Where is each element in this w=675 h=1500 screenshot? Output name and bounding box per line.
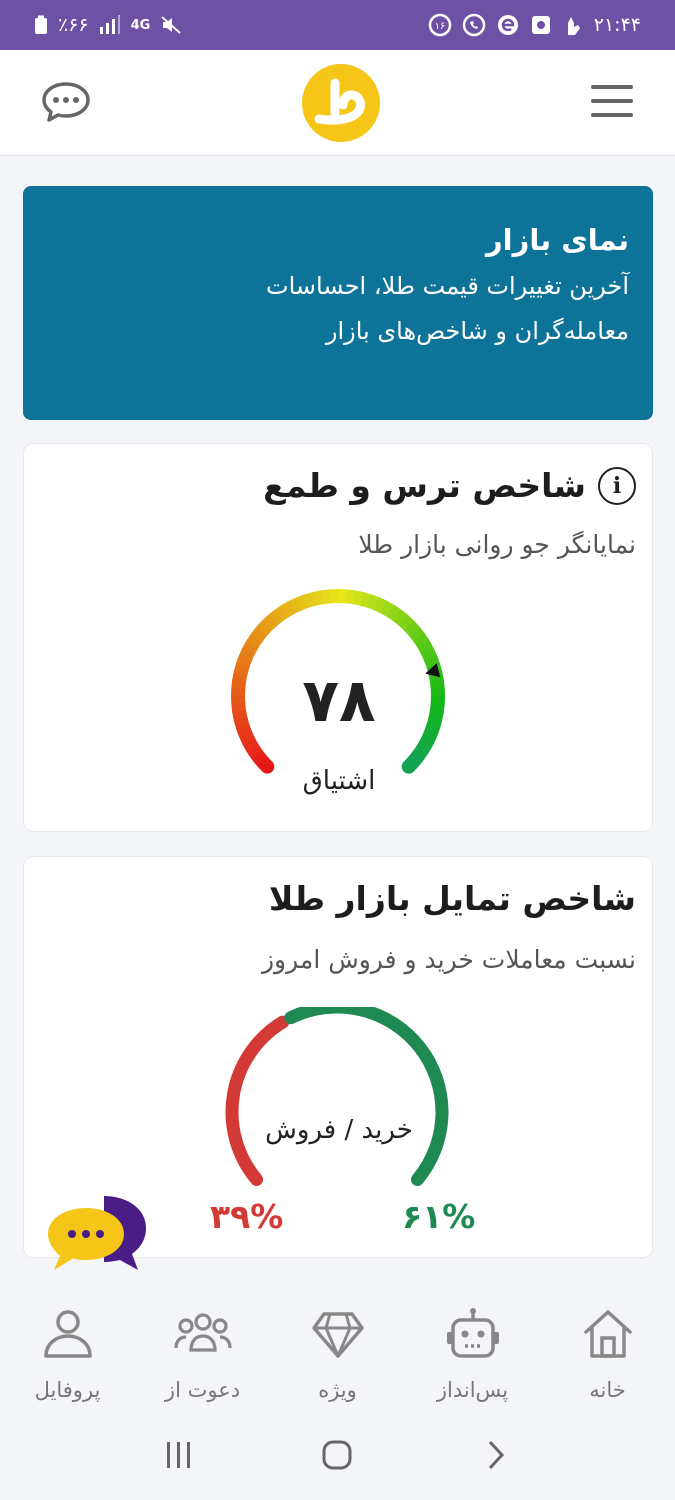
nav-savings-label: پس‌انداز — [436, 1378, 509, 1402]
fear-greed-arc-segment — [403, 620, 421, 637]
fear-greed-arc-segment — [398, 614, 415, 631]
buy-percentage: ۶۱% — [402, 1197, 476, 1236]
network-type: 4G — [130, 17, 151, 33]
app-icon-hand — [562, 13, 584, 37]
app-icon-e — [496, 13, 520, 37]
banner-description: آخرین تغییرات قیمت طلا، احساسات معامله‌گ… — [47, 264, 629, 354]
status-bar: ٪۶۶ 4G ۱۶ ۲۱:۴۴ — [0, 0, 675, 50]
fear-greed-arc-segment — [242, 639, 260, 654]
system-navigation-bar — [0, 1410, 675, 1500]
fear-greed-arc-segment — [242, 737, 259, 752]
fear-greed-title: شاخص ترس و طمع — [263, 466, 586, 505]
market-trend-subtitle: نسبت معاملات خرید و فروش امروز — [261, 945, 636, 974]
mute-icon — [160, 15, 182, 35]
chevron-right-icon — [488, 1440, 504, 1470]
user-icon — [43, 1310, 92, 1358]
chat-icon[interactable] — [40, 80, 92, 124]
nav-special-label: ویژه — [318, 1378, 357, 1402]
home-button[interactable] — [312, 1435, 362, 1475]
home-icon — [583, 1310, 632, 1358]
nav-invite-label: دعوت از — [164, 1378, 241, 1402]
fear-greed-arc-segment — [313, 590, 325, 606]
fear-greed-arc-segment — [297, 593, 311, 611]
back-button[interactable] — [471, 1435, 521, 1475]
nav-savings[interactable]: پس‌انداز — [405, 1284, 540, 1410]
fear-greed-title-row: i شاخص ترس و طمع — [263, 466, 636, 505]
fear-greed-arc-segment — [392, 609, 409, 626]
fear-greed-value: ۷۸ — [302, 666, 376, 736]
buy-sell-label: خرید / فروش — [265, 1115, 413, 1145]
app-icon-square — [530, 14, 552, 36]
fear-greed-arc-segment — [246, 632, 264, 648]
fear-greed-arc-segment — [321, 589, 332, 605]
nav-profile[interactable]: پروفایل — [0, 1284, 135, 1410]
fear-greed-subtitle: نمایانگر جو روانی بازار طلا — [358, 530, 636, 559]
market-trend-title: شاخص تمایل بازار طلا — [268, 879, 636, 918]
recents-icon — [167, 1442, 191, 1468]
fear-greed-arc-segment — [246, 743, 263, 759]
nav-home[interactable]: خانه — [540, 1284, 675, 1410]
fear-greed-arc-segment — [289, 596, 304, 614]
fear-greed-arc-segment — [359, 591, 373, 608]
market-overview-banner: نمای بازار آخرین تغییرات قیمت طلا، احساس… — [23, 186, 653, 420]
info-icon[interactable]: i — [598, 466, 636, 505]
app-logo[interactable] — [301, 63, 381, 143]
banner-line-1: آخرین تغییرات قیمت طلا، احساسات — [265, 272, 629, 300]
banner-line-2: معامله‌گران و شاخص‌های بازار — [325, 317, 629, 345]
fear-greed-arc-segment — [408, 626, 426, 643]
diamond-icon — [311, 1312, 364, 1358]
fear-greed-arc-segment — [251, 625, 268, 642]
users-icon — [173, 1313, 232, 1352]
battery-icon — [34, 15, 48, 35]
battery-level: ٪۶۶ — [58, 14, 89, 36]
hamburger-menu-icon[interactable] — [591, 83, 633, 119]
fear-greed-card: i شاخص ترس و طمع نمایانگر جو روانی بازار… — [23, 443, 653, 832]
sell-arc — [225, 1015, 290, 1186]
fear-greed-arc-segment — [413, 633, 430, 649]
fear-greed-arc-segment — [268, 608, 285, 626]
fear-greed-arc-segment — [352, 590, 365, 606]
nav-special[interactable]: ویژه — [270, 1284, 405, 1410]
recents-button[interactable] — [154, 1435, 204, 1475]
fear-greed-arc-segment — [345, 589, 356, 605]
fear-greed-arc-segment — [250, 749, 268, 766]
app-header — [0, 50, 675, 156]
fear-greed-arc-segment — [262, 613, 279, 631]
fear-greed-arc-segment — [256, 619, 273, 636]
notification-icon: ۱۶ — [428, 13, 452, 37]
nav-invite[interactable]: دعوت از — [135, 1284, 270, 1410]
fear-greed-arc-segment — [239, 646, 256, 661]
fear-greed-arc-segment — [366, 594, 380, 611]
home-circle-icon — [322, 1440, 352, 1470]
fear-greed-arc-segment — [373, 597, 388, 614]
robot-icon — [446, 1308, 499, 1358]
fear-greed-arc-segment — [417, 640, 434, 655]
fear-greed-arc-segment — [412, 744, 430, 760]
buy-arc — [284, 1007, 449, 1186]
fear-greed-arc-segment — [282, 600, 297, 617]
nav-profile-label: پروفایل — [34, 1378, 101, 1402]
fear-greed-arc-segment — [275, 604, 291, 621]
fear-greed-arc-segment — [420, 647, 438, 662]
svg-text:۱۶: ۱۶ — [434, 21, 445, 32]
fear-greed-arc-segment — [423, 655, 441, 669]
bottom-navigation: خانه پس‌انداز ویژه دعوت از — [0, 1284, 675, 1410]
sell-percentage: ۳۹% — [210, 1197, 284, 1236]
fear-greed-arc-segment — [386, 604, 402, 622]
status-time: ۲۱:۴۴ — [593, 14, 641, 36]
signal-icon — [99, 15, 121, 35]
buy-sell-gauge — [225, 1007, 449, 1186]
nav-home-label: خانه — [589, 1378, 626, 1402]
whatsapp-icon — [462, 13, 486, 37]
fear-greed-arc-segment — [416, 738, 434, 753]
fear-greed-arc-segment — [380, 600, 395, 618]
fear-greed-arc-segment — [236, 654, 253, 668]
fear-greed-label: اشتیاق — [302, 766, 376, 796]
support-chat-button[interactable] — [44, 1190, 152, 1284]
fear-greed-arc-segment — [304, 591, 318, 608]
banner-title: نمای بازار — [485, 223, 629, 257]
